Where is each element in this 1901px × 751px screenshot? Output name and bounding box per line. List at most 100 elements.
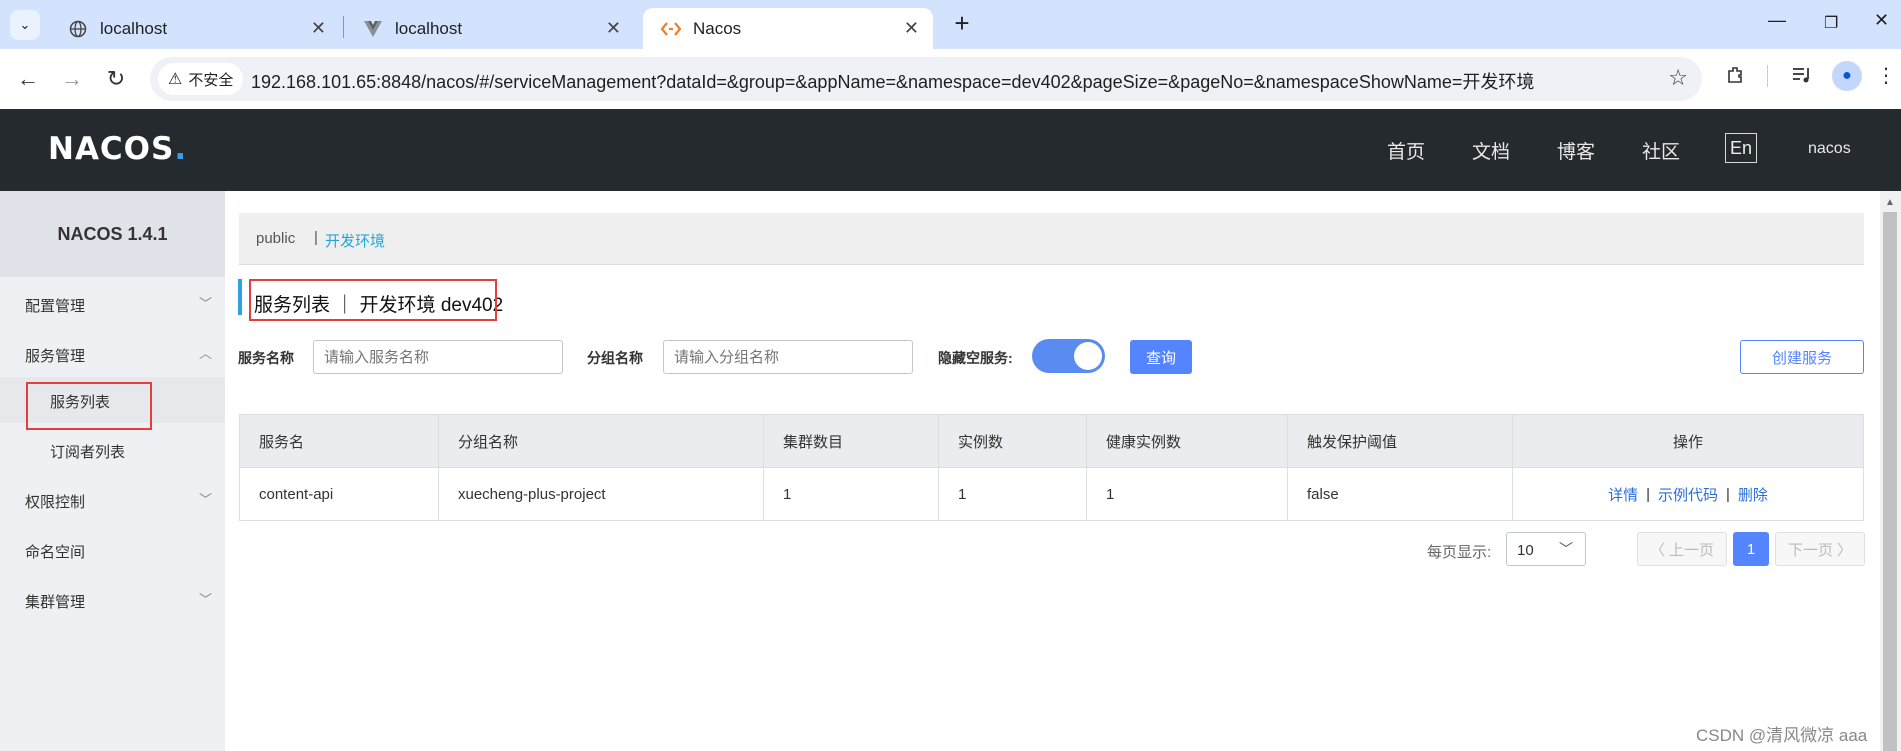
vue-icon bbox=[363, 19, 383, 39]
chevron-left-icon: 〈 bbox=[1649, 541, 1665, 559]
cell-healthy-count: 1 bbox=[1087, 468, 1288, 520]
warning-triangle-icon: ⚠ bbox=[168, 71, 183, 88]
next-page-button[interactable]: 下一页 〉 bbox=[1775, 532, 1865, 566]
tab-title: localhost bbox=[100, 18, 168, 38]
column-header: 触发保护阈值 bbox=[1288, 415, 1513, 467]
delete-link[interactable]: 删除 bbox=[1738, 484, 1768, 505]
chevron-right-icon: 〉 bbox=[1837, 541, 1853, 559]
page-size-value: 10 bbox=[1517, 542, 1534, 559]
chevron-down-icon: ﹀ bbox=[199, 592, 213, 607]
page-size-label: 每页显示: bbox=[1427, 544, 1492, 561]
forward-arrow-icon[interactable]: → bbox=[56, 63, 88, 95]
security-chip[interactable]: ⚠ 不安全 bbox=[158, 63, 244, 95]
sidebar-item-permissions[interactable]: 权限控制 ﹀ bbox=[0, 477, 225, 523]
media-control-icon[interactable] bbox=[1786, 59, 1818, 91]
tab-title: Nacos bbox=[693, 18, 742, 38]
nacos-logo[interactable]: NACOS. bbox=[48, 131, 187, 167]
browser-tab-3-active[interactable]: Nacos ✕ bbox=[643, 8, 933, 49]
sidebar-item-config[interactable]: 配置管理 ﹀ bbox=[0, 281, 225, 327]
browser-tab-1[interactable]: localhost ✕ bbox=[50, 8, 340, 49]
nav-blog[interactable]: 博客 bbox=[1557, 137, 1595, 164]
namespace-dev[interactable]: 开发环境 bbox=[325, 230, 385, 251]
url-text[interactable]: 192.168.101.65:8848/nacos/#/serviceManag… bbox=[251, 68, 1534, 94]
new-tab-button[interactable]: + bbox=[948, 10, 976, 38]
globe-icon bbox=[68, 19, 88, 39]
username[interactable]: nacos bbox=[1808, 140, 1851, 158]
action-separator: | bbox=[1646, 485, 1650, 503]
detail-link[interactable]: 详情 bbox=[1608, 484, 1638, 505]
close-tab-icon[interactable]: ✕ bbox=[904, 18, 919, 39]
bookmark-star-icon[interactable]: ☆ bbox=[1668, 65, 1688, 91]
prev-page-button[interactable]: 〈 上一页 bbox=[1637, 532, 1727, 566]
query-button[interactable]: 查询 bbox=[1130, 340, 1192, 374]
namespace-bar: public | 开发环境 bbox=[239, 213, 1864, 265]
sidebar-item-label: 集群管理 bbox=[25, 594, 86, 611]
namespace-separator: | bbox=[314, 229, 318, 246]
column-header: 健康实例数 bbox=[1087, 415, 1288, 467]
sidebar-item-label: 配置管理 bbox=[25, 298, 86, 315]
sidebar-item-cluster[interactable]: 集群管理 ﹀ bbox=[0, 577, 225, 623]
chevron-up-icon: ︿ bbox=[199, 346, 213, 361]
prev-page-label: 上一页 bbox=[1669, 541, 1715, 559]
nav-home[interactable]: 首页 bbox=[1387, 137, 1425, 164]
namespace-public[interactable]: public bbox=[256, 230, 295, 247]
cell-group-name: xuecheng-plus-project bbox=[439, 468, 764, 520]
window-close-icon[interactable]: ✕ bbox=[1874, 10, 1889, 31]
chevron-down-icon: ﹀ bbox=[1559, 541, 1573, 557]
sidebar-item-subscribers[interactable]: 订阅者列表 bbox=[0, 427, 225, 473]
service-name-input[interactable] bbox=[313, 340, 563, 374]
address-toolbar: ← → ↻ ⚠ 不安全 192.168.101.65:8848/nacos/#/… bbox=[0, 49, 1901, 109]
back-arrow-icon[interactable]: ← bbox=[12, 63, 44, 95]
column-header: 服务名 bbox=[240, 415, 439, 467]
reload-icon[interactable]: ↻ bbox=[100, 63, 132, 95]
tab-title: localhost bbox=[395, 18, 463, 38]
cell-cluster-count: 1 bbox=[764, 468, 939, 520]
switch-knob bbox=[1074, 342, 1102, 370]
column-header: 分组名称 bbox=[439, 415, 764, 467]
extensions-icon[interactable] bbox=[1720, 59, 1752, 91]
nav-community[interactable]: 社区 bbox=[1642, 137, 1680, 164]
highlight-box bbox=[249, 279, 497, 321]
toolbar-divider bbox=[1767, 65, 1768, 87]
sample-code-link[interactable]: 示例代码 bbox=[1658, 484, 1718, 505]
highlight-box bbox=[26, 382, 152, 430]
cell-instance-count: 1 bbox=[939, 468, 1087, 520]
sidebar-item-service[interactable]: 服务管理 ︿ bbox=[0, 331, 225, 377]
scroll-up-icon[interactable]: ▲ bbox=[1885, 197, 1895, 208]
current-page-button[interactable]: 1 bbox=[1733, 532, 1769, 566]
table-row: content-api xuecheng-plus-project 1 1 1 … bbox=[240, 468, 1863, 520]
tab-search-button[interactable]: ⌄ bbox=[10, 10, 40, 40]
column-header: 集群数目 bbox=[764, 415, 939, 467]
column-header: 实例数 bbox=[939, 415, 1087, 467]
group-name-input[interactable] bbox=[663, 340, 913, 374]
chevron-down-icon: ﹀ bbox=[199, 492, 213, 507]
nacos-header: NACOS. 首页 文档 博客 社区 En nacos bbox=[0, 109, 1901, 191]
restore-icon[interactable]: ❐ bbox=[1824, 13, 1838, 33]
sidebar-item-label: 订阅者列表 bbox=[50, 444, 126, 461]
title-accent-bar bbox=[238, 279, 242, 315]
sidebar-item-namespace[interactable]: 命名空间 bbox=[0, 527, 225, 573]
close-tab-icon[interactable]: ✕ bbox=[311, 18, 326, 39]
more-menu-icon[interactable]: ⋮ bbox=[1876, 59, 1896, 91]
column-header: 操作 bbox=[1672, 433, 1703, 451]
profile-avatar-icon[interactable]: ● bbox=[1832, 61, 1862, 91]
nacos-icon bbox=[661, 19, 681, 39]
watermark: CSDN @清风微凉 aaa bbox=[1696, 726, 1868, 745]
sidebar: NACOS 1.4.1 配置管理 ﹀ 服务管理 ︿ 服务列表 订阅者列表 权限控… bbox=[0, 191, 225, 751]
cell-actions: 详情 | 示例代码 | 删除 bbox=[1513, 468, 1863, 520]
close-tab-icon[interactable]: ✕ bbox=[606, 18, 621, 39]
create-service-button[interactable]: 创建服务 bbox=[1740, 340, 1864, 374]
language-toggle[interactable]: En bbox=[1725, 133, 1757, 163]
service-table: 服务名 分组名称 集群数目 实例数 健康实例数 触发保护阈值 操作 conten… bbox=[239, 414, 1864, 521]
browser-tab-bar: ⌄ localhost ✕ localhost ✕ Nacos ✕ + — ❐ … bbox=[0, 0, 1901, 49]
sidebar-item-label: 服务管理 bbox=[25, 348, 86, 365]
browser-tab-2[interactable]: localhost ✕ bbox=[345, 8, 635, 49]
scrollbar-thumb[interactable] bbox=[1883, 212, 1897, 751]
hide-empty-switch[interactable] bbox=[1032, 339, 1105, 373]
omnibox[interactable]: ⚠ 不安全 192.168.101.65:8848/nacos/#/servic… bbox=[150, 57, 1702, 101]
hide-empty-label: 隐藏空服务: bbox=[938, 350, 1013, 366]
sidebar-item-label: 权限控制 bbox=[25, 494, 86, 511]
nav-docs[interactable]: 文档 bbox=[1472, 137, 1510, 164]
page-size-select[interactable]: 10 ﹀ bbox=[1506, 532, 1586, 566]
minimize-icon[interactable]: — bbox=[1768, 10, 1786, 31]
